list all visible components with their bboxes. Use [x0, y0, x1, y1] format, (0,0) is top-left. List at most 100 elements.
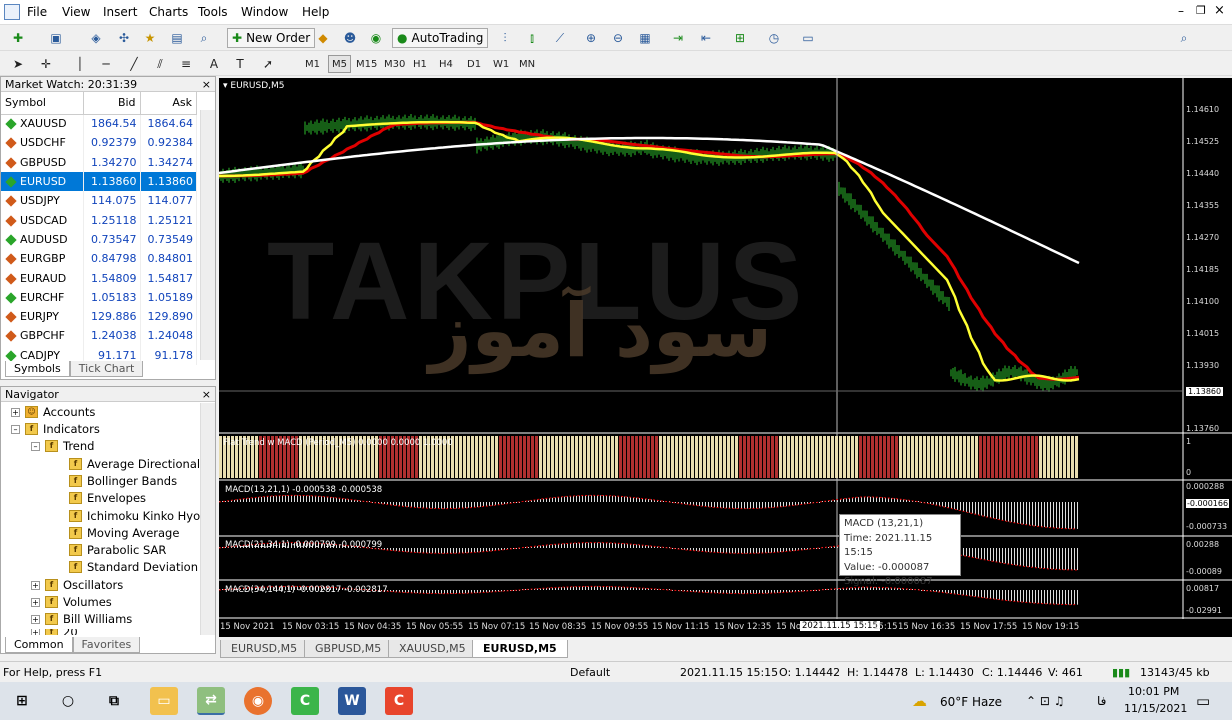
col-symbol[interactable]: Symbol [1, 92, 85, 115]
nav-moving-average[interactable]: f Moving Average [69, 526, 179, 540]
candlestick-icon[interactable]: ⫾ [522, 28, 542, 48]
templates-icon[interactable]: ▭ [798, 28, 818, 48]
profiles-icon[interactable]: ▣ [46, 28, 66, 48]
vertical-line-icon[interactable]: │ [70, 54, 90, 74]
autotrading-button[interactable]: ● AutoTrading [392, 28, 489, 48]
nav-indicators[interactable]: – f Indicators [11, 422, 100, 436]
nav-ichimoku[interactable]: f Ichimoku Kinko Hyo [69, 509, 200, 523]
market-watch-row[interactable]: USDCAD 1.25118 1.25121 [1, 210, 198, 230]
search-icon[interactable]: ⌕ [1174, 28, 1194, 48]
tf-m15[interactable]: M15 [353, 55, 380, 73]
market-watch-row[interactable]: EURCHF 1.05183 1.05189 [1, 287, 198, 307]
metatrader-icon[interactable]: ⇄ [197, 687, 225, 715]
col-ask[interactable]: Ask [140, 92, 198, 115]
tray-icons[interactable]: ⌃ ⊡ ♫ [1026, 694, 1065, 708]
navigator-scrollbar[interactable] [200, 403, 215, 635]
market-watch-row[interactable]: EURJPY 129.886 129.890 [1, 306, 198, 327]
nav-parabolic-sar[interactable]: f Parabolic SAR [69, 543, 166, 557]
chart-tab[interactable]: GBPUSD,M5 [304, 640, 393, 658]
nav-bill-williams[interactable]: + f Bill Williams [31, 612, 132, 626]
market-watch-scrollbar[interactable] [200, 110, 215, 360]
windows-start-icon[interactable]: ⊞ [8, 687, 36, 715]
menu-help[interactable]: Help [302, 5, 329, 19]
new-chart-icon[interactable]: ✚ [8, 28, 28, 48]
metaeditor-icon[interactable]: ◆ [313, 28, 333, 48]
tab-favorites[interactable]: Favorites [72, 637, 141, 653]
zoom-in-icon[interactable]: ⊕ [581, 28, 601, 48]
market-watch-icon[interactable]: ◈ [86, 28, 106, 48]
menu-insert[interactable]: Insert [103, 5, 137, 19]
navigator-icon[interactable]: ★ [140, 28, 160, 48]
tf-m1[interactable]: M1 [302, 55, 323, 73]
word-icon[interactable]: W [338, 687, 366, 715]
nav-bollinger[interactable]: f Bollinger Bands [69, 474, 177, 488]
search-icon[interactable]: ○ [54, 687, 82, 715]
file-explorer-icon[interactable]: ▭ [150, 687, 178, 715]
tab-tick-chart[interactable]: Tick Chart [69, 361, 144, 377]
weather-icon[interactable]: ☁ [912, 692, 927, 710]
line-chart-icon[interactable]: ⟋ [550, 28, 570, 48]
cursor-icon[interactable]: ➤ [8, 54, 28, 74]
text-label-icon[interactable]: T [230, 54, 250, 74]
market-watch-row[interactable]: USDJPY 114.075 114.077 [1, 191, 198, 211]
market-watch-row[interactable]: XAUUSD 1864.54 1864.64 [1, 114, 198, 134]
market-watch-row[interactable]: EURAUD 1.54809 1.54817 [1, 268, 198, 288]
market-watch-row[interactable]: EURUSD 1.13860 1.13860 [1, 171, 198, 192]
channel-icon[interactable]: ⫽ [150, 54, 170, 74]
menu-tools[interactable]: Tools [198, 5, 228, 19]
terminal-icon[interactable]: ▤ [167, 28, 187, 48]
menu-file[interactable]: File [27, 5, 47, 19]
chart-window[interactable]: TAKPLUS سود آموز ▾ EURUSD,M5 Flat Trend … [219, 78, 1232, 637]
close-icon[interactable]: × [1214, 3, 1225, 18]
tile-windows-icon[interactable]: ▦ [635, 28, 655, 48]
tab-symbols[interactable]: Symbols [5, 361, 70, 377]
market-watch-row[interactable]: EURGBP 0.84798 0.84801 [1, 249, 198, 269]
crosshair-icon[interactable]: ✛ [36, 54, 56, 74]
minimize-icon[interactable]: – [1178, 4, 1184, 18]
menu-window[interactable]: Window [241, 5, 288, 19]
zoom-out-icon[interactable]: ⊖ [608, 28, 628, 48]
clock-date[interactable]: 11/15/2021 [1124, 702, 1187, 715]
fibonacci-icon[interactable]: ≡ [176, 54, 196, 74]
radio-icon[interactable]: ◉ [366, 28, 386, 48]
text-icon[interactable]: A [204, 54, 224, 74]
tf-h1[interactable]: H1 [410, 55, 430, 73]
tf-h4[interactable]: H4 [436, 55, 456, 73]
chart-tab[interactable]: XAUUSD,M5 [388, 640, 477, 658]
arrows-icon[interactable]: ➚ [258, 54, 278, 74]
camtasia-recorder-icon[interactable]: C [385, 687, 413, 715]
notifications-icon[interactable]: ▭ [1196, 692, 1210, 710]
market-watch-row[interactable]: AUDUSD 0.73547 0.73549 [1, 229, 198, 250]
nav-accounts[interactable]: + ☺ Accounts [11, 405, 95, 419]
chart-tab-active[interactable]: EURUSD,M5 [472, 640, 568, 658]
weather-text[interactable]: 60°F Haze [940, 695, 1002, 709]
chart-shift-icon[interactable]: ⇥ [668, 28, 688, 48]
tf-m5[interactable]: M5 [328, 55, 351, 73]
nav-envelopes[interactable]: f Envelopes [69, 491, 146, 505]
tab-common[interactable]: Common [5, 637, 73, 653]
status-profile[interactable]: Default [570, 666, 610, 679]
task-view-icon[interactable]: ⧉ [100, 687, 128, 715]
market-watch-row[interactable]: GBPCHF 1.24038 1.24048 [1, 326, 198, 346]
col-bid[interactable]: Bid [83, 92, 141, 115]
tf-w1[interactable]: W1 [490, 55, 512, 73]
tf-mn[interactable]: MN [516, 55, 538, 73]
menu-charts[interactable]: Charts [149, 5, 188, 19]
nav-adx[interactable]: f Average Directional M [69, 457, 214, 471]
indicators-icon[interactable]: ⊞ [730, 28, 750, 48]
new-order-button[interactable]: ✚ New Order [227, 28, 316, 48]
clock-time[interactable]: 10:01 PM [1128, 685, 1179, 698]
nav-volumes[interactable]: + f Volumes [31, 595, 112, 609]
language-indicator[interactable]: فا [1097, 694, 1106, 708]
trendline-icon[interactable]: ╱ [124, 54, 144, 74]
bar-chart-icon[interactable]: ⫶ [495, 28, 515, 48]
market-watch-row[interactable]: USDCHF 0.92379 0.92384 [1, 133, 198, 153]
camtasia-icon[interactable]: C [291, 687, 319, 715]
autoscroll-icon[interactable]: ⇤ [696, 28, 716, 48]
nav-oscillators[interactable]: + f Oscillators [31, 578, 123, 592]
close-icon[interactable]: × [202, 78, 211, 91]
tf-m30[interactable]: M30 [381, 55, 408, 73]
firefox-icon[interactable]: ◉ [244, 687, 272, 715]
data-window-icon[interactable]: ✣ [114, 28, 134, 48]
nav-more[interactable]: +f20 [31, 629, 78, 635]
